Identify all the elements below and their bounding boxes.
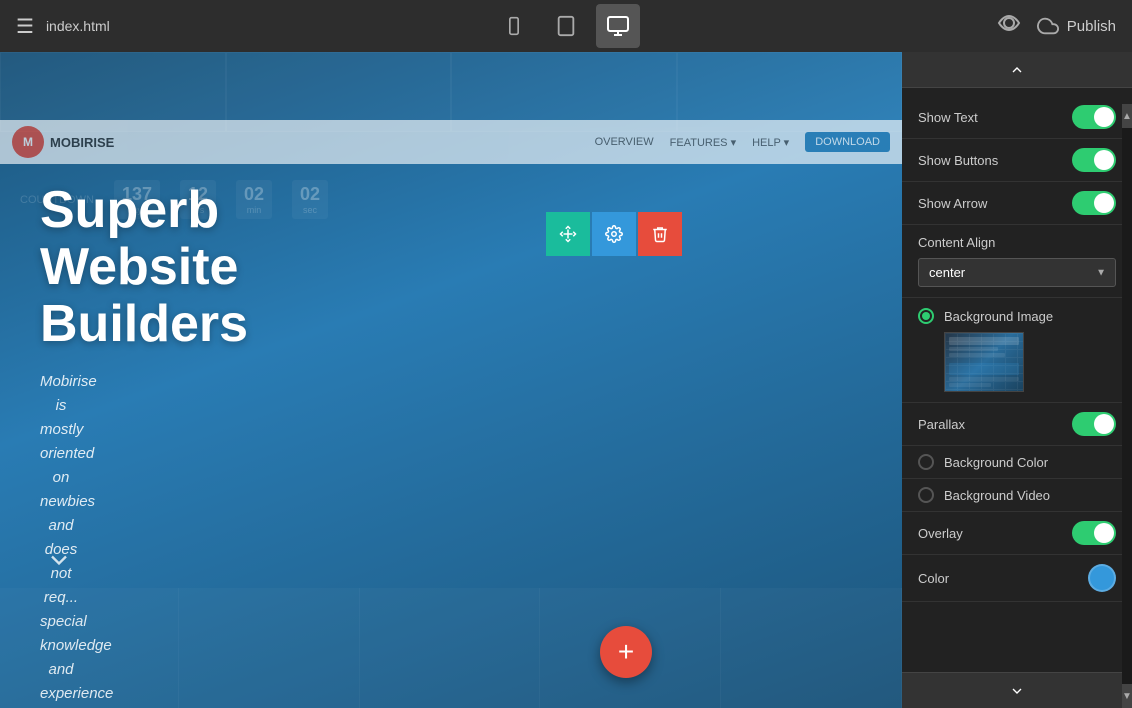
overlay-row: Overlay [902,512,1132,555]
canvas: M MOBIRISE OVERVIEW FEATURES ▾ HELP ▾ DO… [0,52,902,708]
logo: M MOBIRISE [12,126,114,158]
content-align-section: Content Align left center right [902,225,1132,298]
panel-scroll-up[interactable] [902,52,1132,88]
bottom-5 [723,588,902,708]
device-mobile-btn[interactable] [492,4,536,48]
nav-help: HELP ▾ [752,136,789,149]
overlay-label: Overlay [918,526,963,541]
background-video-row[interactable]: Background Video [902,479,1132,512]
nav-overview: OVERVIEW [595,136,654,148]
move-block-button[interactable] [546,212,590,256]
down-arrow-button[interactable] [41,542,77,578]
hamburger-icon[interactable]: ☰ [16,14,34,39]
block-settings-button[interactable] [592,212,636,256]
bottom-2 [181,588,360,708]
show-arrow-row: Show Arrow [902,182,1132,225]
show-text-row: Show Text [902,96,1132,139]
bg-image-thumbnail[interactable] [944,332,1024,392]
parallax-toggle[interactable] [1072,412,1116,436]
device-desktop-btn[interactable] [596,4,640,48]
topbar-right: Publish [997,11,1116,41]
background-image-section: Background Image [902,298,1132,403]
bg-image-radio[interactable] [918,308,934,324]
settings-panel: Show Text Show Buttons Show Arrow [902,52,1132,708]
toggle-thumb [1094,523,1114,543]
bg-color-label: Background Color [944,455,1048,470]
content-align-label: Content Align [918,235,1116,250]
float-toolbar [546,212,682,256]
nav-download: DOWNLOAD [805,132,890,152]
content-align-select[interactable]: left center right [918,258,1116,287]
scrollbar-down[interactable]: ▼ [1122,684,1132,708]
delete-block-button[interactable] [638,212,682,256]
toggle-thumb [1094,150,1114,170]
bottom-1 [0,588,179,708]
filename: index.html [46,18,110,34]
color-label: Color [918,571,949,586]
thumb-detail [945,333,1023,391]
color-swatch[interactable] [1088,564,1116,592]
bottom-3 [362,588,541,708]
cloud-icon [1037,15,1059,37]
panel-scroll-down[interactable] [902,672,1132,708]
parallax-row: Parallax [902,403,1132,446]
bg-color-radio[interactable] [918,454,934,470]
hero-title: Superb Website Builders [40,182,82,354]
toggle-thumb [1094,193,1114,213]
toggle-thumb [1094,107,1114,127]
color-row: Color [902,555,1132,602]
preview-icon[interactable] [997,11,1021,41]
show-text-label: Show Text [918,110,978,125]
bg-video-label: Background Video [944,488,1050,503]
publish-button[interactable]: Publish [1037,15,1116,37]
panel-content: Show Text Show Buttons Show Arrow [902,88,1132,672]
show-buttons-toggle[interactable] [1072,148,1116,172]
bg-video-radio[interactable] [918,487,934,503]
outer-scrollbar: ▲ ▼ [1122,104,1132,708]
topbar: ☰ index.html Publi [0,0,1132,52]
bottom-thumbnails [0,588,902,708]
parallax-label: Parallax [918,417,965,432]
main-area: M MOBIRISE OVERVIEW FEATURES ▾ HELP ▾ DO… [0,52,1132,708]
overlay-toggle[interactable] [1072,521,1116,545]
background-color-row[interactable]: Background Color [902,446,1132,479]
logo-icon: M [12,126,44,158]
show-arrow-label: Show Arrow [918,196,987,211]
bg-image-label: Background Image [944,309,1053,324]
nav-links: OVERVIEW FEATURES ▾ HELP ▾ DOWNLOAD [595,132,890,152]
show-text-toggle[interactable] [1072,105,1116,129]
publish-label: Publish [1067,18,1116,35]
countdown-min: 02 min [236,180,272,219]
show-arrow-toggle[interactable] [1072,191,1116,215]
show-buttons-label: Show Buttons [918,153,998,168]
show-buttons-row: Show Buttons [902,139,1132,182]
topbar-left: ☰ index.html [16,14,110,39]
content-align-wrapper: left center right [918,258,1116,287]
scrollbar-up[interactable]: ▲ [1122,104,1132,128]
countdown-sec: 02 sec [292,180,328,219]
nav-features: FEATURES ▾ [670,136,736,149]
device-tablet-btn[interactable] [544,4,588,48]
add-block-fab[interactable]: + [600,626,652,678]
bg-image-row: Background Image [918,308,1116,324]
topbar-center [492,4,640,48]
simulated-navbar: M MOBIRISE OVERVIEW FEATURES ▾ HELP ▾ DO… [0,120,902,164]
toggle-thumb [1094,414,1114,434]
brand-name: MOBIRISE [50,135,114,150]
